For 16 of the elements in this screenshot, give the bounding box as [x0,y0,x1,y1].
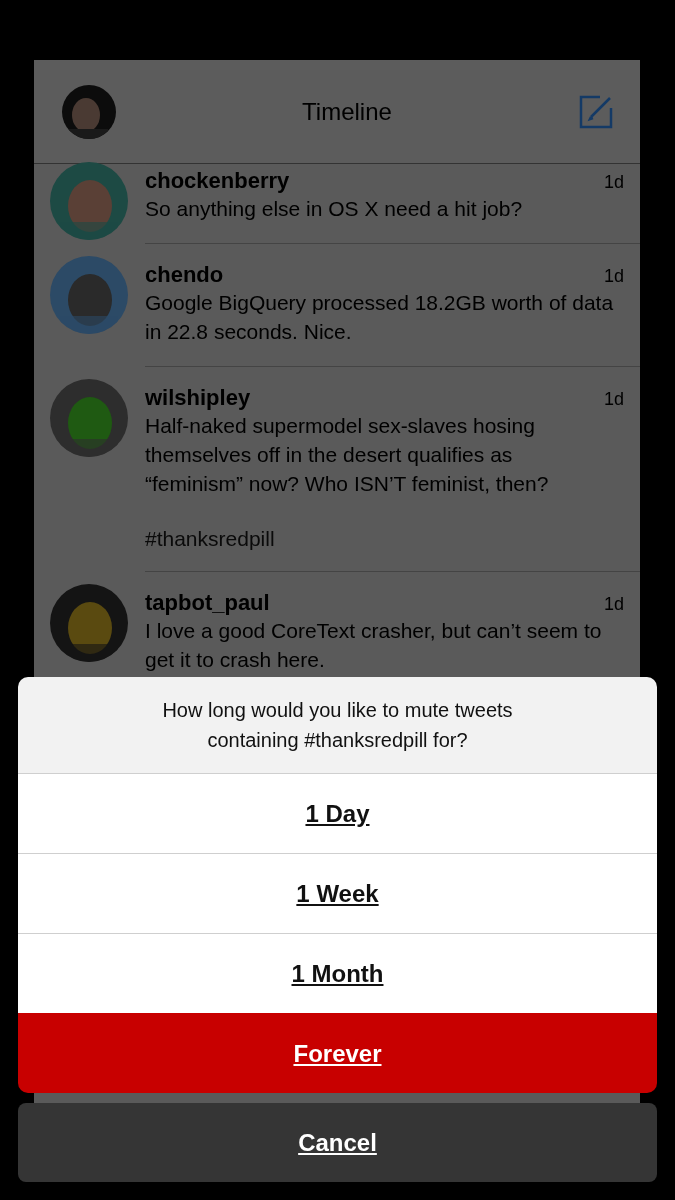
option-button[interactable]: 1 Week [18,853,657,933]
timestamp: 1d [603,266,624,287]
option-button[interactable]: 1 Month [18,933,657,1013]
nav-title: Timeline [302,97,392,126]
cancel-button[interactable]: Cancel [18,1103,657,1182]
timestamp: 1d [603,172,624,193]
tweet-text: Google BigQuery processed 18.2GB worth of data in 22.8 seconds. Nice. [145,290,615,345]
compose-icon[interactable] [578,93,614,130]
option-button[interactable]: 1 Day [18,773,657,853]
tweet-text: Half-naked supermodel sex-slaves hosing themselves off in the desert qualifies as “feminism” now? Who ISN’T feminist, then? [145,413,550,497]
timestamp: 1d [603,389,624,410]
tweet-text: I love a good CoreText crasher, but can’t seem to get it to crash here. [145,618,603,673]
tweet-text: So anything else in OS X need a hit job? [145,196,524,222]
timestamp: 1d [603,594,624,615]
destructive-option-button[interactable]: Forever [18,1013,657,1093]
sheet-message: How long would you like to mute tweets containing #thanksredpill for? [18,677,657,773]
